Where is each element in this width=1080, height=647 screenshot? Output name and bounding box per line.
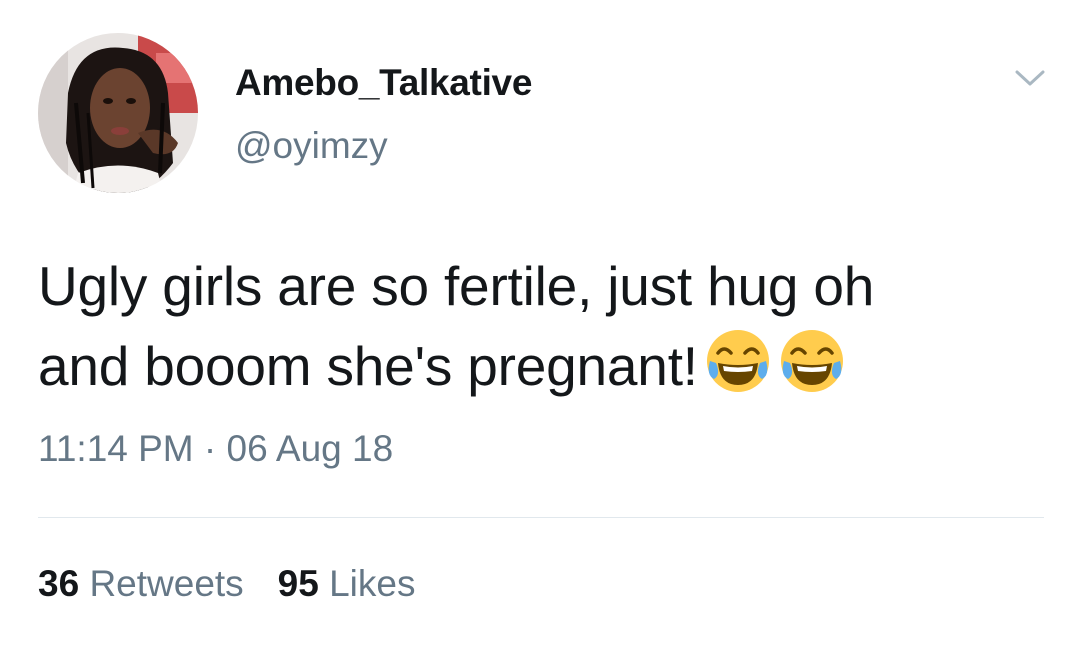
avatar-image	[38, 33, 198, 193]
author-display-name[interactable]: Amebo_Talkative	[235, 62, 532, 104]
likes-stat[interactable]: 95 Likes	[278, 563, 416, 605]
tweet-text-line-2: and booom she's pregnant!	[38, 335, 698, 397]
retweets-count: 36	[38, 563, 80, 604]
face-with-tears-of-joy-icon	[778, 327, 846, 395]
face-with-tears-of-joy-icon	[704, 327, 772, 395]
likes-label: Likes	[329, 563, 416, 604]
retweets-label: Retweets	[89, 563, 244, 604]
tweet-text: Ugly girls are so fertile, just hug oh a…	[38, 246, 1048, 406]
chevron-down-icon[interactable]	[1012, 60, 1048, 96]
retweets-stat[interactable]: 36 Retweets	[38, 563, 244, 605]
divider	[38, 517, 1044, 518]
avatar[interactable]	[38, 33, 198, 193]
tweet-text-line-1: Ugly girls are so fertile, just hug oh	[38, 255, 875, 317]
tweet-card: Amebo_Talkative @oyimzy Ugly girls are s…	[0, 0, 1080, 647]
tweet-stats: 36 Retweets 95 Likes	[38, 563, 416, 605]
likes-count: 95	[277, 563, 319, 604]
tweet-timestamp[interactable]: 11:14 PM · 06 Aug 18	[38, 428, 393, 470]
author-handle[interactable]: @oyimzy	[235, 125, 388, 167]
